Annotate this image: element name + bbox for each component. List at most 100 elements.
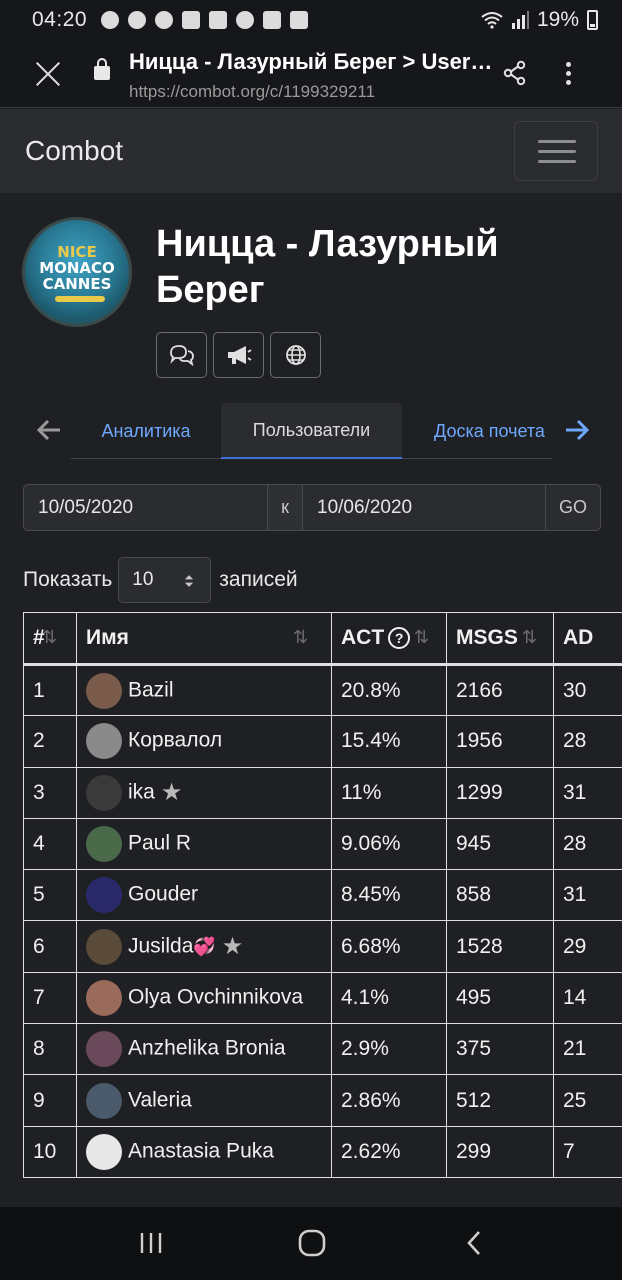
cell-act: 8.45% (331, 869, 447, 922)
chat-button[interactable] (156, 332, 207, 378)
avatar (86, 826, 122, 863)
cell-name[interactable]: Anastasia Puka (76, 1125, 332, 1178)
logo-line-2: MONACO (39, 259, 115, 277)
table-row[interactable]: 10 Anastasia Puka 2.62% 299 7 (23, 1125, 622, 1178)
help-icon[interactable]: ? (388, 627, 411, 649)
cell-rank: 6 (23, 920, 77, 973)
column-header-act[interactable]: ACT? ⇅ (331, 612, 447, 666)
cell-msgs: 1299 (446, 766, 554, 819)
arrow-right-icon[interactable] (564, 417, 590, 443)
cell-name[interactable]: Valeria (76, 1074, 332, 1127)
table-row[interactable]: 9 Valeria 2.86% 512 25 (23, 1074, 622, 1127)
megaphone-icon (227, 346, 251, 364)
table-row[interactable]: 6 Jusilda💞 ★ 6.68% 1528 29 (23, 920, 622, 973)
cell-msgs: 495 (446, 971, 554, 1025)
cell-msgs: 375 (446, 1023, 554, 1076)
logo-line-1: NICE (57, 243, 97, 261)
table-row[interactable]: 8 Anzhelika Bronia 2.9% 375 21 (23, 1023, 622, 1076)
go-button[interactable]: GO (545, 485, 600, 530)
google-news-icon (263, 11, 282, 29)
cell-ad: 30 (553, 663, 622, 717)
menu-toggle-button[interactable] (514, 121, 598, 181)
user-name[interactable]: Gouder (128, 883, 198, 906)
user-name[interactable]: Valeria (128, 1088, 192, 1111)
cell-name[interactable]: Paul R (76, 817, 332, 871)
sort-icon: ⇅ (293, 627, 309, 647)
cell-name[interactable]: Anzhelika Bronia (76, 1023, 332, 1076)
share-icon[interactable] (502, 60, 528, 86)
tab-users[interactable]: Пользователи (221, 403, 402, 459)
date-separator: к (267, 485, 303, 530)
cell-act: 9.06% (331, 817, 447, 871)
close-icon[interactable] (32, 58, 64, 90)
date-to-input[interactable]: 10/06/2020 (303, 485, 545, 530)
hamburger-icon (538, 140, 576, 143)
cell-msgs: 1528 (446, 920, 554, 973)
cell-name[interactable]: ika ★ (76, 766, 332, 819)
back-icon[interactable] (462, 1229, 486, 1257)
users-table-wrapper: # ⇅ Имя ⇅ ACT? ⇅ MSGS ⇅ AD 1 Bazil 20.8% 2166 30… (23, 612, 622, 1179)
recent-apps-icon[interactable] (137, 1229, 165, 1257)
website-button[interactable] (270, 332, 321, 378)
signal-icon (511, 11, 529, 29)
home-icon[interactable] (297, 1229, 327, 1257)
cell-name[interactable]: Корвалол (76, 715, 332, 768)
user-name[interactable]: Anzhelika Bronia (128, 1037, 286, 1060)
tab-analytics[interactable]: Аналитика (71, 403, 221, 459)
cell-msgs: 299 (446, 1125, 554, 1178)
table-row[interactable]: 3 ika ★ 11% 1299 31 (23, 766, 622, 819)
wifi-icon (481, 12, 503, 29)
table-row[interactable]: 5 Gouder 8.45% 858 31 (23, 869, 622, 922)
table-row[interactable]: 1 Bazil 20.8% 2166 30 (23, 663, 622, 717)
cell-act: 2.62% (331, 1125, 447, 1178)
date-range-group: 10/05/2020 к 10/06/2020 GO (23, 484, 601, 531)
battery-icon (587, 10, 598, 30)
browser-page-title: Ницца - Лазурный Берег > Users... (129, 49, 494, 74)
cell-msgs: 2166 (446, 663, 554, 717)
cell-rank: 7 (23, 971, 77, 1025)
length-prefix: Показать (23, 567, 113, 591)
lock-icon[interactable] (94, 58, 110, 80)
megaphone-button[interactable] (213, 332, 264, 378)
instagram-icon (209, 11, 228, 29)
cell-msgs: 945 (446, 817, 554, 871)
cell-rank: 9 (23, 1074, 77, 1127)
date-from-input[interactable]: 10/05/2020 (24, 485, 267, 530)
cell-name[interactable]: Bazil (76, 663, 332, 717)
page-length-value: 10 (132, 568, 154, 590)
column-header-msgs[interactable]: MSGS ⇅ (446, 612, 554, 666)
user-name[interactable]: Bazil (128, 678, 174, 701)
column-header-ad[interactable]: AD (553, 612, 622, 666)
star-icon: ★ (221, 933, 244, 961)
column-header-rank[interactable]: # ⇅ (23, 612, 77, 666)
user-name[interactable]: ika (128, 780, 155, 803)
table-row[interactable]: 2 Корвалол 15.4% 1956 28 (23, 715, 622, 768)
cell-ad: 7 (553, 1125, 622, 1178)
arrow-left-icon[interactable] (36, 417, 62, 443)
cell-name[interactable]: Olya Ovchinnikova (76, 971, 332, 1025)
table-row[interactable]: 4 Paul R 9.06% 945 28 (23, 817, 622, 871)
more-options-icon[interactable] (566, 62, 572, 86)
user-name[interactable]: Anastasia Puka (128, 1139, 274, 1162)
user-name[interactable]: Корвалол (128, 729, 222, 752)
column-header-name[interactable]: Имя ⇅ (76, 612, 332, 666)
page-length-select[interactable]: 10 (118, 556, 212, 603)
tab-hall-of-fame[interactable]: Доска почета (402, 403, 577, 459)
user-name[interactable]: Jusilda (128, 934, 193, 957)
cell-ad: 21 (553, 1023, 622, 1076)
table-header-row: # ⇅ Имя ⇅ ACT? ⇅ MSGS ⇅ AD (23, 612, 622, 666)
cell-rank: 8 (23, 1023, 77, 1076)
cell-act: 15.4% (331, 715, 447, 768)
cell-msgs: 858 (446, 869, 554, 922)
table-row[interactable]: 7 Olya Ovchinnikova 4.1% 495 14 (23, 971, 622, 1025)
cell-name[interactable]: Gouder (76, 869, 332, 922)
browser-toolbar: Ницца - Лазурный Берег > Users... https:… (0, 40, 622, 108)
brand-logo-text[interactable]: Combot (25, 135, 123, 167)
translate-icon (236, 11, 255, 29)
cell-act: 20.8% (331, 663, 447, 717)
cell-ad: 28 (553, 817, 622, 871)
cell-name[interactable]: Jusilda💞 ★ (76, 920, 332, 973)
user-name[interactable]: Olya Ovchinnikova (128, 985, 303, 1008)
user-name[interactable]: Paul R (128, 832, 191, 855)
cell-act: 6.68% (331, 920, 447, 973)
